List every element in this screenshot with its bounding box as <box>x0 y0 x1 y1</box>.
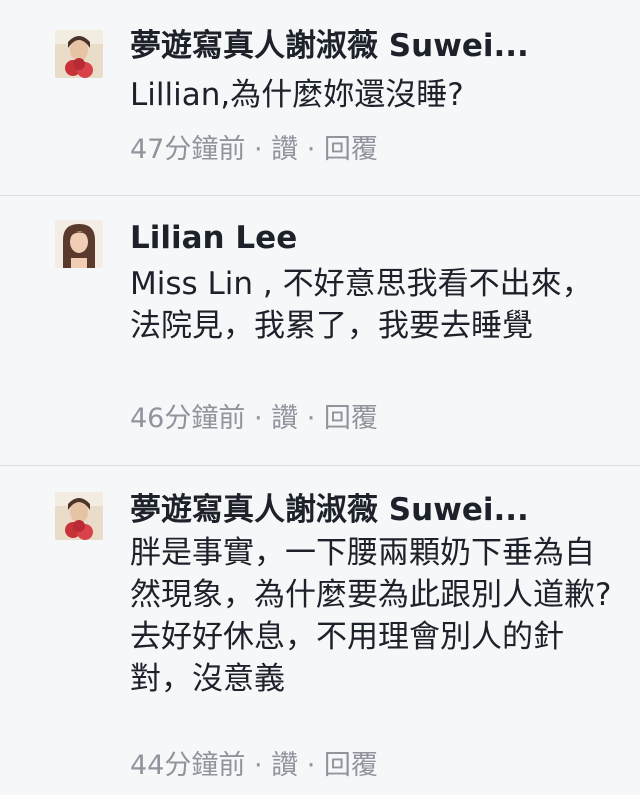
comment-item: 夢遊寫真人謝淑薇 Suwei... 胖是事實，一下腰兩顆奶下垂為自然現象，為什麼… <box>0 466 640 795</box>
comment-author[interactable]: Lilian Lee <box>130 218 600 258</box>
meta-separator: · <box>253 750 263 781</box>
meta-separator: · <box>306 134 316 165</box>
comment-timestamp[interactable]: 44分鐘前 <box>130 750 245 781</box>
comment-meta: 46分鐘前 · 讚 · 回覆 <box>130 402 378 436</box>
meta-separator: · <box>306 403 316 434</box>
like-link[interactable]: 讚 <box>271 750 298 781</box>
like-link[interactable]: 讚 <box>271 134 298 165</box>
comment-author[interactable]: 夢遊寫真人謝淑薇 Suwei... <box>130 26 600 66</box>
comment-text: 胖是事實，一下腰兩顆奶下垂為自然現象，為什麼要為此跟別人道歉? 去好好休息，不用… <box>130 535 612 697</box>
avatar[interactable] <box>55 492 103 540</box>
reply-link[interactable]: 回覆 <box>324 403 378 434</box>
meta-separator: · <box>253 134 263 165</box>
comment-timestamp[interactable]: 47分鐘前 <box>130 134 245 165</box>
comment-meta: 44分鐘前 · 讚 · 回覆 <box>130 749 378 783</box>
reply-link[interactable]: 回覆 <box>324 750 378 781</box>
avatar[interactable] <box>55 30 103 78</box>
meta-separator: · <box>306 750 316 781</box>
reply-link[interactable]: 回覆 <box>324 134 378 165</box>
meta-separator: · <box>253 403 263 434</box>
comment-item: 夢遊寫真人謝淑薇 Suwei... Lillian,為什麼妳還沒睡? 47分鐘前… <box>0 0 640 196</box>
comment-text: Lillian,為什麼妳還沒睡? <box>130 77 464 113</box>
comment-item: Lilian Lee Miss Lin , 不好意思我看不出來，法院見，我累了，… <box>0 196 640 466</box>
comment-author[interactable]: 夢遊寫真人謝淑薇 Suwei... <box>130 490 600 530</box>
comment-text: Miss Lin , 不好意思我看不出來，法院見，我累了，我要去睡覺 <box>130 266 593 344</box>
comment-meta: 47分鐘前 · 讚 · 回覆 <box>130 133 378 167</box>
like-link[interactable]: 讚 <box>271 403 298 434</box>
comment-timestamp[interactable]: 46分鐘前 <box>130 403 245 434</box>
avatar[interactable] <box>55 220 103 268</box>
